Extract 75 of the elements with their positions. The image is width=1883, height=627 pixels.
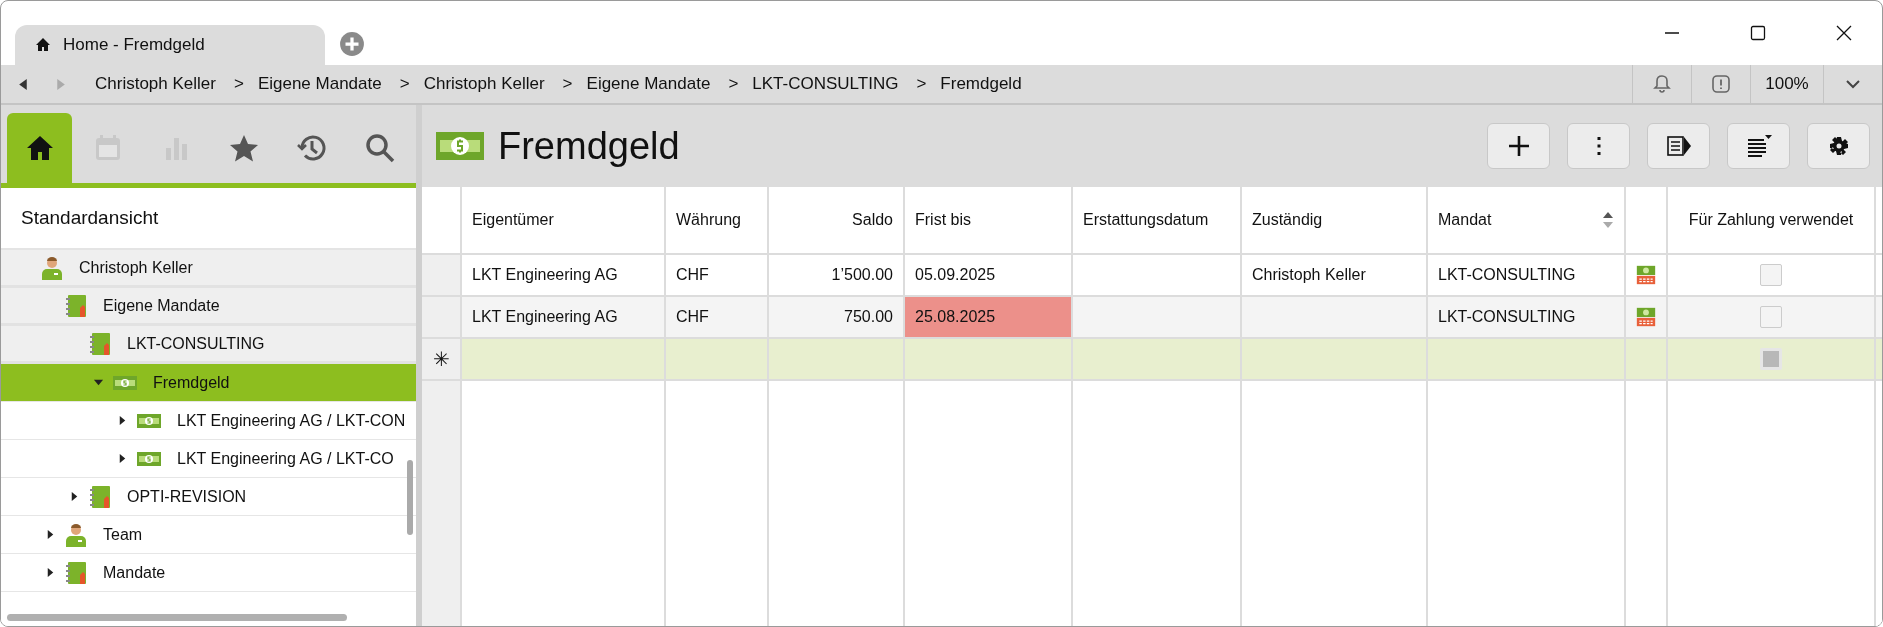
home-icon <box>35 37 51 53</box>
column-header[interactable]: Frist bis <box>905 187 1073 253</box>
tree-item[interactable]: Eigene Mandate <box>1 288 416 326</box>
caret-right-icon[interactable] <box>45 529 56 540</box>
table-row[interactable]: LKT Engineering AG CHF 750.00 25.08.2025 LKT-CONSULTING <box>422 297 1882 339</box>
column-header[interactable]: Für Zahlung verwendet <box>1668 187 1876 253</box>
caret-right-icon[interactable] <box>69 491 80 502</box>
vertical-dots-icon <box>1596 136 1601 156</box>
caret-down-icon[interactable] <box>93 377 104 388</box>
binder-icon <box>65 560 87 585</box>
maximize-icon[interactable] <box>1748 23 1768 43</box>
table-cell: CHF <box>666 255 769 295</box>
bell-icon[interactable] <box>1652 74 1672 94</box>
banknote-icon <box>137 413 161 428</box>
column-header[interactable]: Eigentümer <box>462 187 666 253</box>
column-header[interactable]: Erstattungsdatum <box>1073 187 1242 253</box>
breadcrumb-link[interactable]: Fremdgeld <box>940 74 1022 94</box>
breadcrumb-separator: > <box>728 74 739 94</box>
column-header[interactable]: Saldo <box>769 187 905 253</box>
binder-icon <box>65 293 87 318</box>
breadcrumb-link[interactable]: Eigene Mandate <box>586 74 711 94</box>
page-title: Fremdgeld <box>498 124 680 168</box>
add-button[interactable] <box>1487 123 1550 169</box>
horizontal-scrollbar[interactable] <box>7 614 347 621</box>
breadcrumb-link[interactable]: LKT-CONSULTING <box>752 74 899 94</box>
checkbox[interactable] <box>1760 264 1782 286</box>
column-header[interactable]: Währung <box>666 187 769 253</box>
binder-icon <box>89 331 111 356</box>
alert-icon[interactable] <box>1711 74 1731 94</box>
breadcrumb-link[interactable]: Christoph Keller <box>95 74 216 94</box>
close-icon[interactable] <box>1834 23 1854 43</box>
binder-icon <box>89 484 111 509</box>
caret-right-icon[interactable] <box>45 567 56 578</box>
table-cell: CHF <box>666 297 769 337</box>
tree-item[interactable]: Mandate <box>1 554 416 592</box>
breadcrumb-separator: > <box>399 74 410 94</box>
caret-right-icon[interactable] <box>117 415 128 426</box>
table-cell: LKT-CONSULTING <box>1428 255 1626 295</box>
breadcrumb-link[interactable]: Christoph Keller <box>423 74 545 94</box>
table-row[interactable]: LKT Engineering AG CHF 1’500.00 05.09.2025 Christoph Keller LKT-CONSULTING <box>422 255 1882 297</box>
new-tab-icon[interactable] <box>339 31 365 57</box>
tree-item[interactable]: LKT-CONSULTING <box>1 326 416 364</box>
column-header[interactable]: Zuständig <box>1242 187 1428 253</box>
person-icon <box>65 522 87 547</box>
breadcrumb-separator: > <box>916 74 927 94</box>
tree-item[interactable]: LKT Engineering AG / LKT-CON <box>1 402 416 440</box>
table-cell: LKT Engineering AG <box>462 297 666 337</box>
banknote-icon <box>113 375 137 390</box>
table-cell: LKT-CONSULTING <box>1428 297 1626 337</box>
home-tab[interactable] <box>7 113 73 183</box>
banknote-icon <box>436 132 484 160</box>
table-cell: 25.08.2025 <box>905 297 1073 337</box>
panel-button[interactable] <box>1647 123 1710 169</box>
table-cell: 1’500.00 <box>769 255 905 295</box>
caret-right-icon[interactable] <box>117 453 128 464</box>
column-header[interactable]: Mandat <box>1428 187 1626 253</box>
person-icon <box>41 255 63 280</box>
breadcrumb-separator: > <box>233 74 244 94</box>
tree-item[interactable]: Fremdgeld <box>1 364 416 402</box>
back-icon[interactable] <box>17 77 30 91</box>
settings-button[interactable] <box>1807 123 1870 169</box>
breadcrumb-link[interactable]: Eigene Mandate <box>257 74 382 94</box>
breadcrumb-separator: > <box>562 74 573 94</box>
browser-tab[interactable]: Home - Fremdgeld <box>15 25 325 65</box>
checkbox[interactable] <box>1760 306 1782 328</box>
search-icon <box>364 132 397 164</box>
table-cell: 05.09.2025 <box>905 255 1073 295</box>
sort-icon[interactable] <box>1602 210 1614 230</box>
table-cell: Christoph Keller <box>1242 255 1428 295</box>
vertical-scrollbar[interactable] <box>407 460 413 535</box>
sort-button[interactable] <box>1727 123 1790 169</box>
table-cell: LKT Engineering AG <box>462 255 666 295</box>
zoom-level[interactable]: 100% <box>1765 74 1809 94</box>
tree-item[interactable]: Christoph Keller <box>1 250 416 288</box>
banknote-icon <box>137 451 161 466</box>
